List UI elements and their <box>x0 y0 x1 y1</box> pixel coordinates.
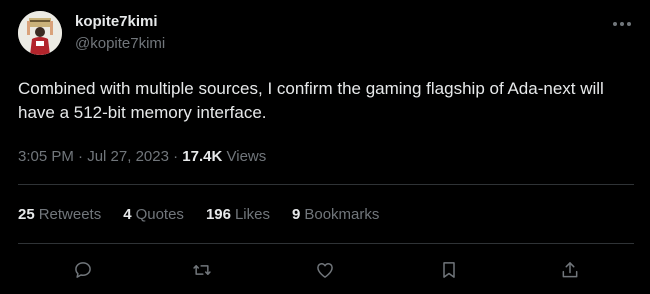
more-icon <box>613 22 631 26</box>
stat-count: 9 <box>292 206 301 223</box>
like-button[interactable] <box>313 258 337 282</box>
tweet-date[interactable]: Jul 27, 2023 <box>87 148 169 165</box>
stat-label: Retweets <box>38 206 102 223</box>
engagement-stats: 25 Retweets 4 Quotes 196 Likes 9 Bookmar… <box>18 205 401 225</box>
reply-button[interactable] <box>71 258 95 282</box>
user-handle[interactable]: @kopite7kimi <box>75 35 165 53</box>
stat-count: 25 <box>18 206 35 223</box>
divider <box>18 184 634 185</box>
quotes-stat[interactable]: 4 Quotes <box>123 205 184 225</box>
retweet-button[interactable] <box>190 258 214 282</box>
meta-separator: · <box>173 148 179 165</box>
tweet-text: Combined with multiple sources, I confir… <box>18 79 604 122</box>
views-label: Views <box>226 148 267 165</box>
bookmarks-stat[interactable]: 9 Bookmarks <box>292 205 379 225</box>
bookmark-button[interactable] <box>437 258 461 282</box>
stat-label: Likes <box>234 206 270 223</box>
stat-count: 196 <box>205 206 231 223</box>
avatar[interactable] <box>18 11 62 55</box>
views-count: 17.4K <box>182 148 223 165</box>
tweet-meta: 3:05 PM · Jul 27, 2023 · 17.4K Views <box>18 147 266 167</box>
more-options-button[interactable] <box>609 14 635 34</box>
share-button[interactable] <box>558 258 582 282</box>
display-name[interactable]: kopite7kimi <box>75 13 158 31</box>
stat-label: Bookmarks <box>304 206 380 223</box>
share-icon <box>562 262 578 278</box>
bookmark-icon <box>443 262 455 278</box>
like-icon <box>317 263 333 278</box>
tweet-time[interactable]: 3:05 PM <box>18 148 74 165</box>
divider <box>18 243 634 244</box>
likes-stat[interactable]: 196 Likes <box>206 205 270 225</box>
meta-separator: · <box>78 148 84 165</box>
retweet-icon <box>193 265 211 275</box>
reply-icon <box>75 262 91 278</box>
retweets-stat[interactable]: 25 Retweets <box>18 205 101 225</box>
stat-label: Quotes <box>135 206 184 223</box>
stat-count: 4 <box>123 206 132 223</box>
